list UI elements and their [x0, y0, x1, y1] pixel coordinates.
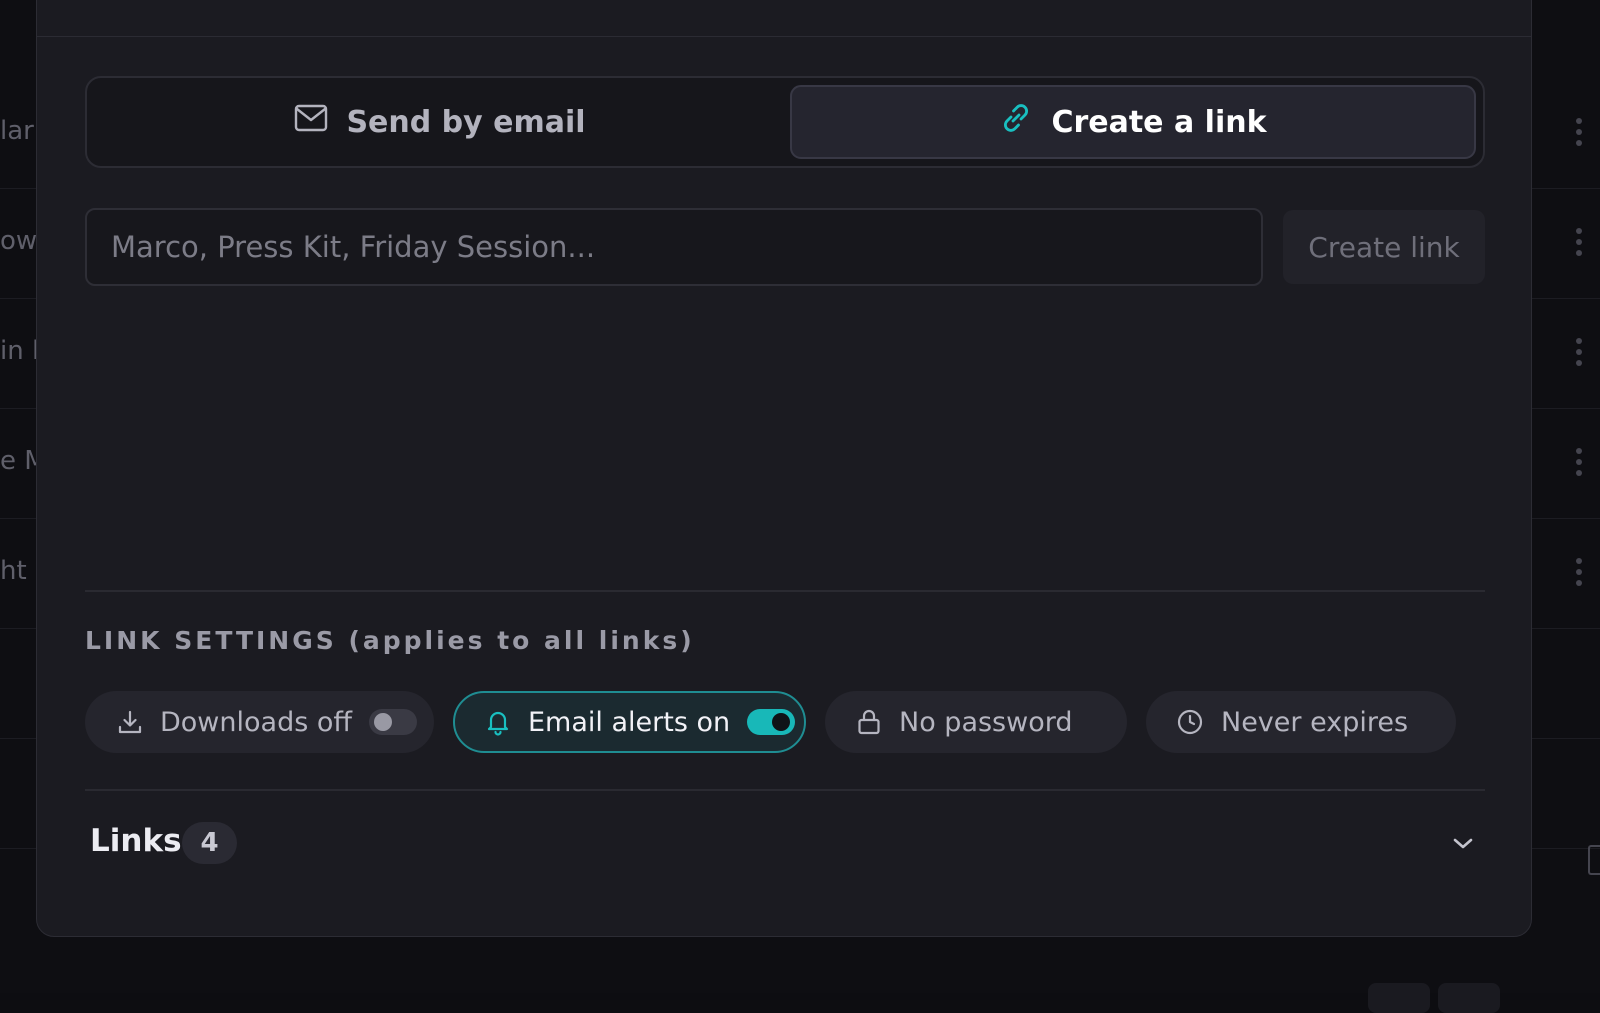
background-button[interactable] — [1368, 983, 1430, 1013]
create-link-button[interactable]: Create link — [1283, 210, 1485, 284]
links-section-title[interactable]: Links — [90, 823, 182, 859]
tab-label: Send by email — [346, 105, 585, 140]
background-row-text: lar — [0, 116, 34, 146]
background-row-text: ow — [0, 226, 37, 256]
clock-icon — [1176, 708, 1204, 736]
tab-label: Create a link — [1051, 105, 1266, 140]
more-vertical-icon[interactable] — [1576, 338, 1582, 366]
links-count-badge: 4 — [182, 822, 237, 864]
mail-icon — [294, 104, 328, 140]
email-alerts-toggle[interactable] — [747, 709, 795, 735]
email-alerts-setting[interactable]: Email alerts on — [453, 691, 806, 753]
share-modal: Send by email Create a link Create link … — [36, 0, 1532, 937]
more-vertical-icon[interactable] — [1576, 558, 1582, 586]
divider — [85, 789, 1485, 791]
chevron-down-icon[interactable] — [1451, 831, 1475, 859]
divider — [85, 590, 1485, 592]
background-button[interactable] — [1438, 983, 1500, 1013]
tab-create-a-link[interactable]: Create a link — [790, 85, 1476, 159]
more-vertical-icon[interactable] — [1576, 228, 1582, 256]
download-icon — [117, 709, 143, 735]
tab-send-by-email[interactable]: Send by email — [95, 85, 785, 159]
more-vertical-icon[interactable] — [1576, 448, 1582, 476]
email-alerts-label: Email alerts on — [528, 707, 730, 738]
more-vertical-icon[interactable] — [1576, 118, 1582, 146]
lock-icon — [856, 708, 882, 736]
share-mode-tabs: Send by email Create a link — [85, 76, 1485, 168]
downloads-toggle[interactable] — [369, 709, 417, 735]
downloads-setting[interactable]: Downloads off — [85, 691, 434, 753]
password-setting[interactable]: No password — [825, 691, 1127, 753]
share-icon[interactable] — [1588, 845, 1600, 875]
bell-icon — [485, 708, 511, 736]
downloads-label: Downloads off — [160, 707, 352, 738]
link-settings-title: LINK SETTINGS (applies to all links) — [85, 626, 695, 655]
link-name-input[interactable] — [85, 208, 1263, 286]
link-icon — [999, 101, 1033, 143]
expiry-label: Never expires — [1221, 707, 1408, 738]
modal-header-divider — [37, 36, 1531, 37]
background-row-text: in l — [0, 336, 39, 366]
password-label: No password — [899, 707, 1072, 738]
expiry-setting[interactable]: Never expires — [1146, 691, 1456, 753]
